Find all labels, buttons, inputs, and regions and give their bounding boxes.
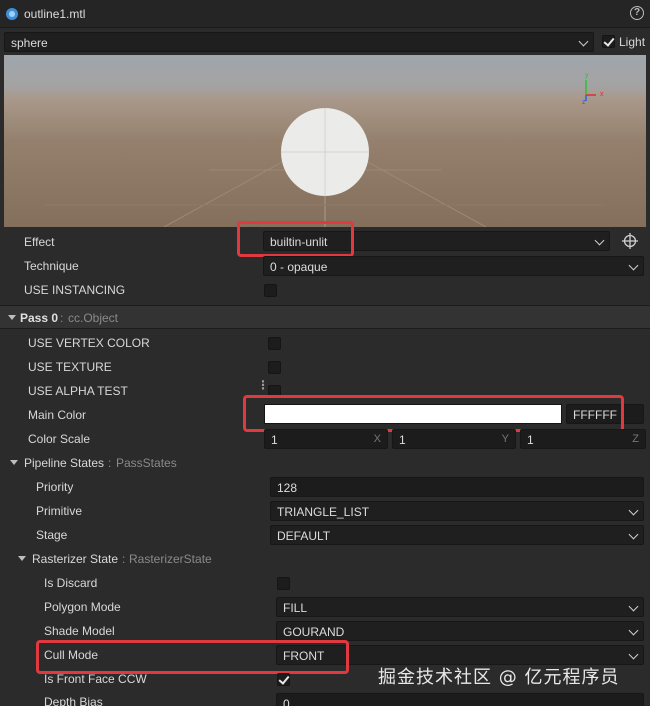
help-icon[interactable]: ? <box>630 6 644 20</box>
polygon-mode-label: Polygon Mode <box>44 600 121 614</box>
chevron-down-icon <box>628 505 639 516</box>
chevron-down-icon <box>628 625 639 636</box>
pass-type-separator: : <box>60 311 64 325</box>
use-texture-checkbox[interactable] <box>268 361 281 374</box>
use-alpha-test-label: USE ALPHA TEST <box>28 384 128 398</box>
chevron-down-icon <box>628 649 639 660</box>
gizmo-x-label: x <box>600 91 604 98</box>
chevron-down-icon <box>628 260 639 271</box>
chevron-down-icon <box>578 36 589 47</box>
pass-type: cc.Object <box>68 311 119 325</box>
shade-model-select[interactable]: GOURAND <box>276 621 644 641</box>
is-discard-label: Is Discard <box>44 576 98 590</box>
color-scale-z-value: 1 <box>527 433 534 447</box>
preview-sphere <box>281 108 369 196</box>
primitive-label: Primitive <box>36 504 83 518</box>
gizmo-z-label: z <box>582 99 586 106</box>
pipeline-states-label: Pipeline States <box>24 456 105 470</box>
watermark-text: 掘金技术社区 @ 亿元程序员 <box>378 667 620 688</box>
effect-label: Effect <box>24 235 55 249</box>
pipeline-states-separator: : <box>108 456 112 470</box>
light-checkbox[interactable] <box>602 35 615 48</box>
use-vertex-color-checkbox[interactable] <box>268 337 281 350</box>
chevron-down-icon <box>628 529 639 540</box>
color-scale-z-input[interactable]: 1 Z <box>520 429 646 449</box>
color-scale-y-input[interactable]: 1 Y <box>392 429 516 449</box>
polygon-mode-value: FILL <box>283 601 308 615</box>
gizmo-y-label: y <box>585 72 589 79</box>
use-instancing-checkbox[interactable] <box>264 284 277 297</box>
technique-label: Technique <box>24 259 79 273</box>
use-texture-label: USE TEXTURE <box>28 360 112 374</box>
color-scale-label: Color Scale <box>28 432 91 446</box>
rasterizer-state-type: RasterizerState <box>129 552 212 566</box>
is-front-face-ccw-label: Is Front Face CCW <box>44 672 147 686</box>
priority-value: 128 <box>277 481 298 495</box>
crosshair-icon <box>622 233 638 249</box>
pass-title: Pass 0 <box>20 311 59 325</box>
color-scale-x-value: 1 <box>271 433 278 447</box>
collapse-arrow-icon <box>8 315 16 320</box>
preview-mesh-select[interactable]: sphere <box>4 32 594 52</box>
preview-toolbar: sphere Light <box>0 30 650 54</box>
priority-label: Priority <box>36 480 74 494</box>
locate-effect-button[interactable] <box>620 231 640 251</box>
main-color-label: Main Color <box>28 408 87 422</box>
cull-mode-highlight-box <box>36 640 349 674</box>
pipeline-states-type: PassStates <box>116 456 177 470</box>
shade-model-value: GOURAND <box>283 625 345 639</box>
y-axis-label: Y <box>501 433 509 445</box>
z-axis-label: Z <box>632 433 639 445</box>
technique-value: 0 - opaque <box>270 260 328 274</box>
chevron-down-icon <box>628 601 639 612</box>
sphere-crosshair <box>281 108 369 196</box>
stage-value: DEFAULT <box>277 529 331 543</box>
priority-input[interactable]: 128 <box>270 477 644 497</box>
window-title: outline1.mtl <box>24 7 86 21</box>
material-preview-viewport[interactable]: y x z <box>4 55 646 227</box>
title-bar: outline1.mtl ? <box>0 0 650 28</box>
use-instancing-label: USE INSTANCING <box>24 283 126 297</box>
collapse-arrow-icon[interactable] <box>10 460 18 465</box>
pass-0-header[interactable]: Pass 0 : cc.Object <box>0 305 650 329</box>
stage-label: Stage <box>36 528 68 542</box>
stage-select[interactable]: DEFAULT <box>270 525 644 545</box>
rasterizer-state-label: Rasterizer State <box>32 552 119 566</box>
is-discard-checkbox[interactable] <box>277 577 290 590</box>
x-axis-label: X <box>373 433 381 445</box>
color-scale-y-value: 1 <box>399 433 406 447</box>
use-vertex-color-label: USE VERTEX COLOR <box>28 336 150 350</box>
light-label: Light <box>619 35 646 49</box>
preview-mesh-value: sphere <box>11 36 48 50</box>
shade-model-label: Shade Model <box>44 624 115 638</box>
main-color-highlight-box <box>243 395 624 432</box>
material-file-icon <box>6 8 18 20</box>
primitive-value: TRIANGLE_LIST <box>277 505 370 519</box>
depth-bias-label: Depth Bias <box>44 695 103 706</box>
effect-highlight-box <box>237 221 354 257</box>
depth-bias-input[interactable]: 0 <box>276 693 644 706</box>
rasterizer-state-separator: : <box>122 552 126 566</box>
is-front-face-ccw-checkbox[interactable] <box>277 673 290 686</box>
color-scale-x-input[interactable]: 1 X <box>264 429 388 449</box>
polygon-mode-select[interactable]: FILL <box>276 597 644 617</box>
depth-bias-value: 0 <box>283 697 290 706</box>
technique-select[interactable]: 0 - opaque <box>263 256 644 276</box>
primitive-select[interactable]: TRIANGLE_LIST <box>270 501 644 521</box>
collapse-arrow-icon[interactable] <box>18 556 26 561</box>
chevron-down-icon <box>594 235 605 246</box>
